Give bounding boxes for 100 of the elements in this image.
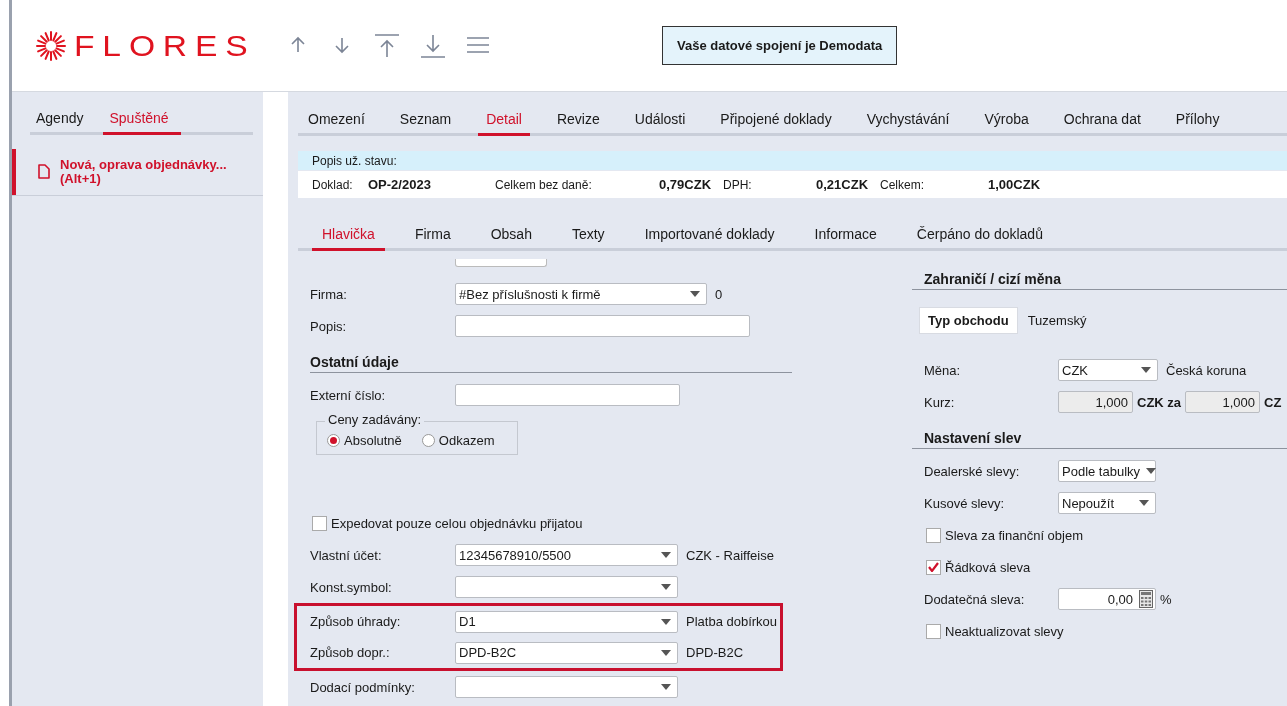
status-label: Popis už. stavu:	[312, 153, 397, 168]
input-field[interactable]: 0,00	[1058, 588, 1156, 610]
dropdown[interactable]: Nepoužít	[1058, 492, 1156, 514]
group-title: Ceny zadávány:	[325, 412, 425, 427]
field-label: Dodatečná sleva:	[923, 591, 1026, 607]
field-label: Způsob úhrady:	[310, 614, 402, 629]
section-heading: Nastavení slev	[912, 422, 1287, 449]
tab[interactable]: Omezení	[308, 111, 365, 136]
tab[interactable]: Texty	[561, 226, 615, 251]
dropdown-arrow-icon	[661, 584, 671, 590]
input-field[interactable]: 1,000	[1058, 391, 1133, 413]
field-label: Dodací podmínky:	[310, 679, 416, 695]
checkbox-label: Neaktualizovat slevy	[945, 623, 1064, 639]
dropdown[interactable]: Podle tabulky	[1058, 460, 1156, 482]
tab[interactable]: Události	[634, 111, 686, 136]
tab[interactable]: Detail	[478, 111, 530, 136]
tab[interactable]: Čerpáno do dokladů	[906, 226, 1053, 251]
currency-text: CZK za	[1137, 394, 1182, 410]
dropdown-arrow-icon	[1139, 500, 1149, 506]
dropdown-arrow-icon	[661, 552, 671, 558]
checkbox[interactable]	[926, 559, 941, 575]
dropdown-arrow-icon	[661, 684, 671, 690]
field-label: Popis:	[310, 318, 348, 334]
tab[interactable]: Spuštěné	[103, 110, 181, 135]
field-label: Kusové slevy:	[923, 495, 1006, 511]
dropdown[interactable]: CZK	[1058, 359, 1158, 381]
field-label: Firma:	[310, 286, 348, 302]
dropdown[interactable]	[455, 676, 678, 698]
summary-value: OP-2/2023	[368, 177, 432, 192]
logo-text: FLORES	[74, 28, 257, 63]
input-field[interactable]	[455, 384, 680, 406]
dropdown[interactable]: #Bez příslušnosti k firmě	[455, 283, 707, 305]
checkbox-label: Expedovat pouze celou objednávku přijatou	[331, 515, 583, 531]
tab[interactable]: Přílohy	[1175, 111, 1220, 136]
document-title: Nová, oprava objednávky...	[60, 158, 227, 172]
tab[interactable]: Vychystávání	[866, 111, 950, 136]
trade-type-button[interactable]: Typ obchodu	[919, 306, 1018, 334]
input-field[interactable]	[455, 259, 547, 267]
summary-value: 0,21CZK	[816, 177, 870, 192]
checkbox[interactable]	[312, 515, 327, 531]
field-label: Kurz:	[923, 394, 956, 410]
tab[interactable]: Seznam	[399, 111, 452, 136]
field-note: DPD-B2C	[686, 645, 744, 660]
field-label: Dealerské slevy:	[923, 463, 1021, 479]
field-note: Platba dobírkou	[686, 614, 778, 629]
tab[interactable]: Výroba	[984, 111, 1029, 136]
dropdown-arrow-icon	[661, 618, 671, 625]
tab[interactable]: Připojené doklady	[720, 111, 832, 136]
checkbox-label: Sleva za finanční objem	[945, 527, 1084, 543]
section-heading: Ostatní údaje	[310, 346, 792, 373]
calculator-icon[interactable]	[1139, 590, 1153, 608]
radio-label: Odkazem	[438, 433, 495, 448]
connection-notice: Vaše datové spojení je Demodata	[662, 26, 898, 65]
dropdown[interactable]: 12345678910/5500	[455, 544, 678, 566]
field-label: Vlastní účet:	[310, 547, 383, 563]
summary-value: 1,00CZK	[988, 177, 1042, 192]
tab[interactable]: Agendy	[30, 110, 96, 135]
dropdown-arrow-icon	[661, 649, 671, 656]
open-document-item[interactable]: Nová, oprava objednávky... (Alt+1)	[12, 149, 263, 195]
radio-label: Absolutně	[344, 433, 402, 448]
summary-label: Doklad:	[312, 177, 354, 192]
field-label: Externí číslo:	[310, 387, 387, 403]
checkbox[interactable]	[926, 527, 941, 543]
radio-button[interactable]	[421, 434, 435, 447]
tab[interactable]: Hlavička	[312, 226, 385, 251]
document-icon	[38, 164, 50, 179]
summary-label: DPH:	[723, 177, 753, 192]
currency-text: CZ	[1264, 394, 1282, 410]
field-label: Konst.symbol:	[310, 579, 393, 595]
star-logo-icon	[36, 30, 66, 61]
field-note: 0	[715, 286, 723, 302]
dropdown[interactable]: DPD-B2C	[455, 641, 678, 664]
summary-label: Celkem:	[880, 177, 925, 192]
summary-value: 0,79CZK	[659, 177, 713, 192]
radio-button[interactable]	[327, 434, 340, 447]
tab[interactable]: Ochrana dat	[1063, 111, 1141, 136]
field-label: Způsob dopr.:	[310, 645, 391, 660]
field-label: Měna:	[923, 362, 962, 378]
tab[interactable]: Importované doklady	[634, 226, 785, 251]
input-field[interactable]: 1,000	[1185, 391, 1261, 413]
field-note: CZK - Raiffeise	[686, 547, 774, 563]
dropdown[interactable]	[455, 576, 678, 598]
checkbox[interactable]	[926, 623, 941, 639]
tab[interactable]: Revize	[556, 111, 600, 136]
dropdown-arrow-icon	[1146, 468, 1157, 474]
dropdown-arrow-icon	[690, 291, 700, 297]
tab[interactable]: Obsah	[480, 226, 542, 251]
tab[interactable]: Firma	[404, 226, 461, 251]
shortcut-text: (Alt+1)	[60, 172, 101, 186]
summary-label: Celkem bez daně:	[495, 177, 593, 192]
field-note: Česká koruna	[1166, 362, 1247, 378]
arrow-to-bottom-icon[interactable]	[420, 32, 446, 59]
field-value: Tuzemský	[1027, 312, 1087, 328]
dropdown-arrow-icon	[1141, 367, 1151, 373]
tab[interactable]: Informace	[804, 226, 887, 251]
section-heading: Zahraničí / cizí měna	[912, 263, 1287, 290]
dropdown[interactable]: D1	[455, 610, 678, 633]
input-field[interactable]	[455, 315, 750, 337]
arrow-to-top-icon[interactable]	[374, 32, 400, 59]
unit-text: %	[1160, 591, 1172, 607]
